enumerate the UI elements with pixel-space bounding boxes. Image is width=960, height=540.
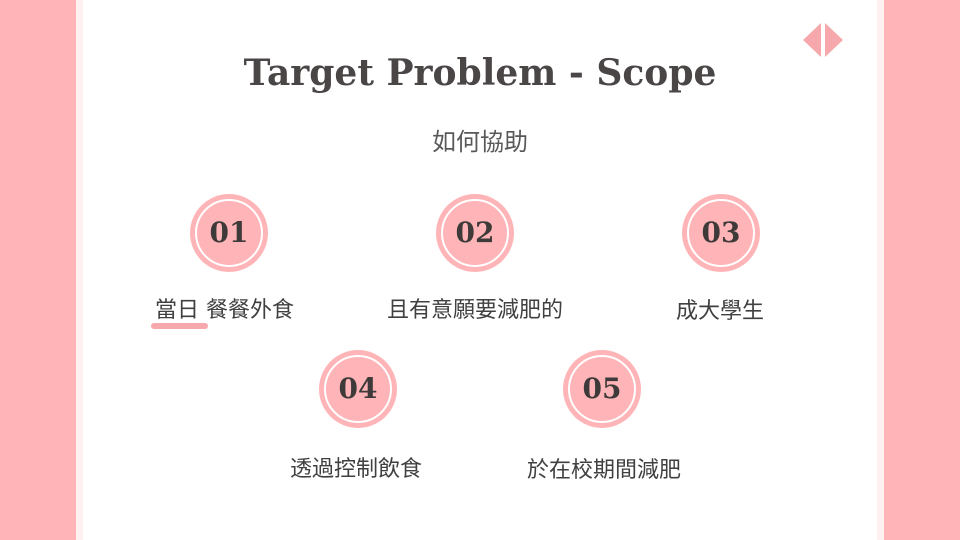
badge-number: 02 [455, 216, 495, 249]
item-label-01: 當日 餐餐外食 [155, 298, 294, 323]
slide-title: Target Problem - Scope [243, 52, 717, 94]
badge-number: 01 [209, 216, 249, 249]
slide-subtitle: 如何協助 [432, 128, 528, 156]
item-label-04: 透過控制飲食 [289, 457, 422, 482]
badge-number: 05 [582, 372, 622, 405]
badge-02: 02 [436, 194, 514, 272]
item-label-05: 於在校期間減肥 [526, 458, 681, 483]
badge-01: 01 [190, 194, 268, 272]
badge-05: 05 [563, 350, 641, 428]
badge-03: 03 [682, 194, 760, 272]
item-label-02: 且有意願要減肥的 [386, 298, 563, 323]
label-underline [151, 323, 208, 329]
badge-number: 03 [701, 216, 741, 249]
badge-04: 04 [319, 350, 397, 428]
badge-number: 04 [338, 372, 378, 405]
item-label-03: 成大學生 [675, 299, 764, 324]
